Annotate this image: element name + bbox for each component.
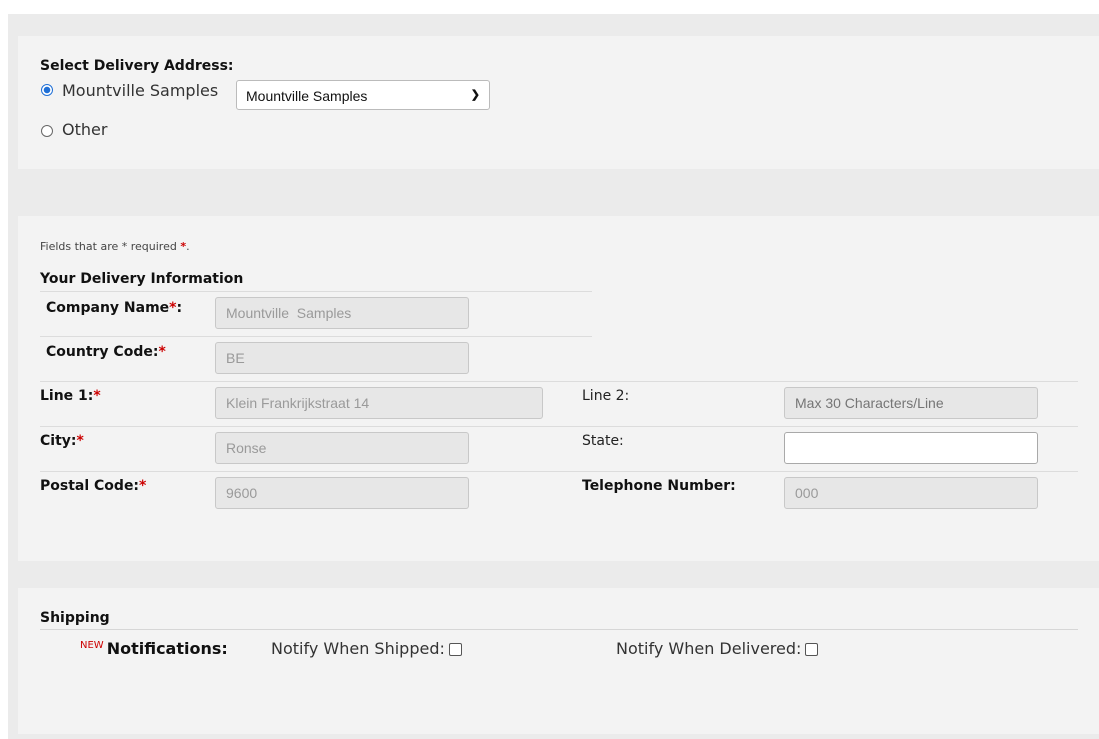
notify-delivered-group: Notify When Delivered: xyxy=(616,639,819,658)
delivery-information-title: Your Delivery Information xyxy=(40,271,244,287)
radio-mountville-samples[interactable] xyxy=(41,84,53,96)
telephone-input[interactable] xyxy=(784,477,1038,509)
notify-delivered-label: Notify When Delivered: xyxy=(616,639,802,658)
postal-code-input[interactable] xyxy=(215,477,469,509)
required-marker: * xyxy=(93,388,101,404)
radio-mountville-samples-label: Mountville Samples xyxy=(62,81,219,100)
required-marker: * xyxy=(76,433,84,449)
line1-input[interactable] xyxy=(215,387,543,419)
country-code-input[interactable] xyxy=(215,342,469,374)
country-code-label-text: Country Code: xyxy=(46,344,159,360)
line2-input[interactable] xyxy=(784,387,1038,419)
telephone-label: Telephone Number: xyxy=(582,478,736,494)
postal-code-label-text: Postal Code: xyxy=(40,478,140,494)
radio-other-label: Other xyxy=(62,120,108,139)
delivery-address-select-value: Mountville Samples xyxy=(246,88,368,104)
company-name-label: Company Name*: xyxy=(46,300,182,316)
divider xyxy=(40,336,592,337)
required-note-text: Fields that are * required xyxy=(40,240,181,253)
divider xyxy=(40,471,1078,472)
notifications-label: Notifications: xyxy=(106,639,228,658)
line2-label: Line 2: xyxy=(582,388,630,404)
divider xyxy=(40,381,1078,382)
delivery-address-panel: Select Delivery Address: Mountville Samp… xyxy=(18,36,1099,169)
notify-delivered-checkbox[interactable] xyxy=(805,643,819,656)
delivery-information-panel: Fields that are * required *. Your Deliv… xyxy=(18,216,1099,561)
company-name-label-suffix: : xyxy=(176,300,183,316)
city-label: City:* xyxy=(40,433,84,449)
notify-shipped-group: Notify When Shipped: xyxy=(271,639,462,658)
required-note-dot: . xyxy=(186,240,190,253)
notify-shipped-label: Notify When Shipped: xyxy=(271,639,445,658)
divider xyxy=(40,291,592,292)
required-marker: * xyxy=(158,344,166,360)
notify-shipped-checkbox[interactable] xyxy=(448,643,462,656)
required-marker: * xyxy=(169,300,177,316)
radio-other[interactable] xyxy=(41,125,53,137)
new-badge: NEW xyxy=(80,640,104,651)
divider xyxy=(40,426,1078,427)
city-label-text: City: xyxy=(40,433,77,449)
state-label: State: xyxy=(582,433,624,449)
line1-label: Line 1:* xyxy=(40,388,101,404)
delivery-address-select[interactable]: Mountville Samples ❯ xyxy=(236,80,490,110)
shipping-panel: Shipping NEW Notifications: Notify When S… xyxy=(18,588,1099,734)
divider xyxy=(40,629,1078,630)
city-input[interactable] xyxy=(215,432,469,464)
shipping-title: Shipping xyxy=(40,610,110,626)
chevron-down-icon: ❯ xyxy=(470,89,480,101)
notifications-label-group: NEW Notifications: xyxy=(80,639,228,658)
company-name-label-text: Company Name xyxy=(46,300,170,316)
required-marker: * xyxy=(139,478,147,494)
line1-label-text: Line 1: xyxy=(40,388,94,404)
state-input[interactable] xyxy=(784,432,1038,464)
company-name-input[interactable] xyxy=(215,297,469,329)
required-fields-note: Fields that are * required *. xyxy=(40,240,190,253)
postal-code-label: Postal Code:* xyxy=(40,478,146,494)
country-code-label: Country Code:* xyxy=(46,344,166,360)
delivery-address-title: Select Delivery Address: xyxy=(40,58,234,74)
